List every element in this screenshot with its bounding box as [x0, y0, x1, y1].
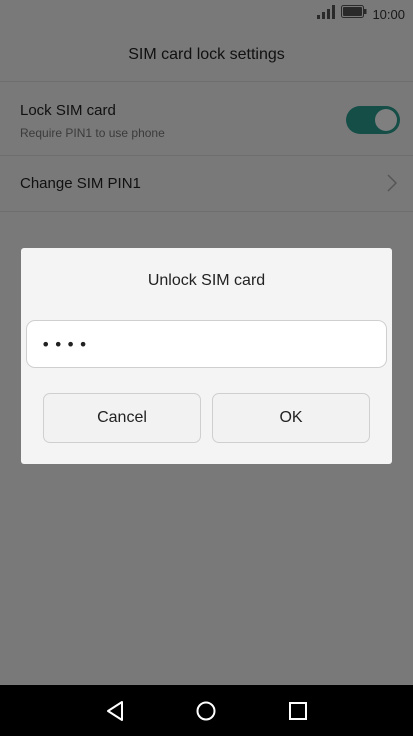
cancel-button[interactable]: Cancel — [43, 393, 201, 443]
back-icon[interactable] — [102, 698, 128, 724]
navigation-bar — [0, 685, 413, 736]
dialog-title: Unlock SIM card — [147, 272, 266, 289]
recent-apps-icon[interactable] — [285, 698, 311, 724]
ok-button[interactable]: OK — [212, 393, 370, 443]
home-icon[interactable] — [193, 698, 219, 724]
unlock-sim-dialog: Unlock SIM card Cancel OK — [21, 248, 392, 464]
pin-input[interactable] — [26, 320, 387, 368]
